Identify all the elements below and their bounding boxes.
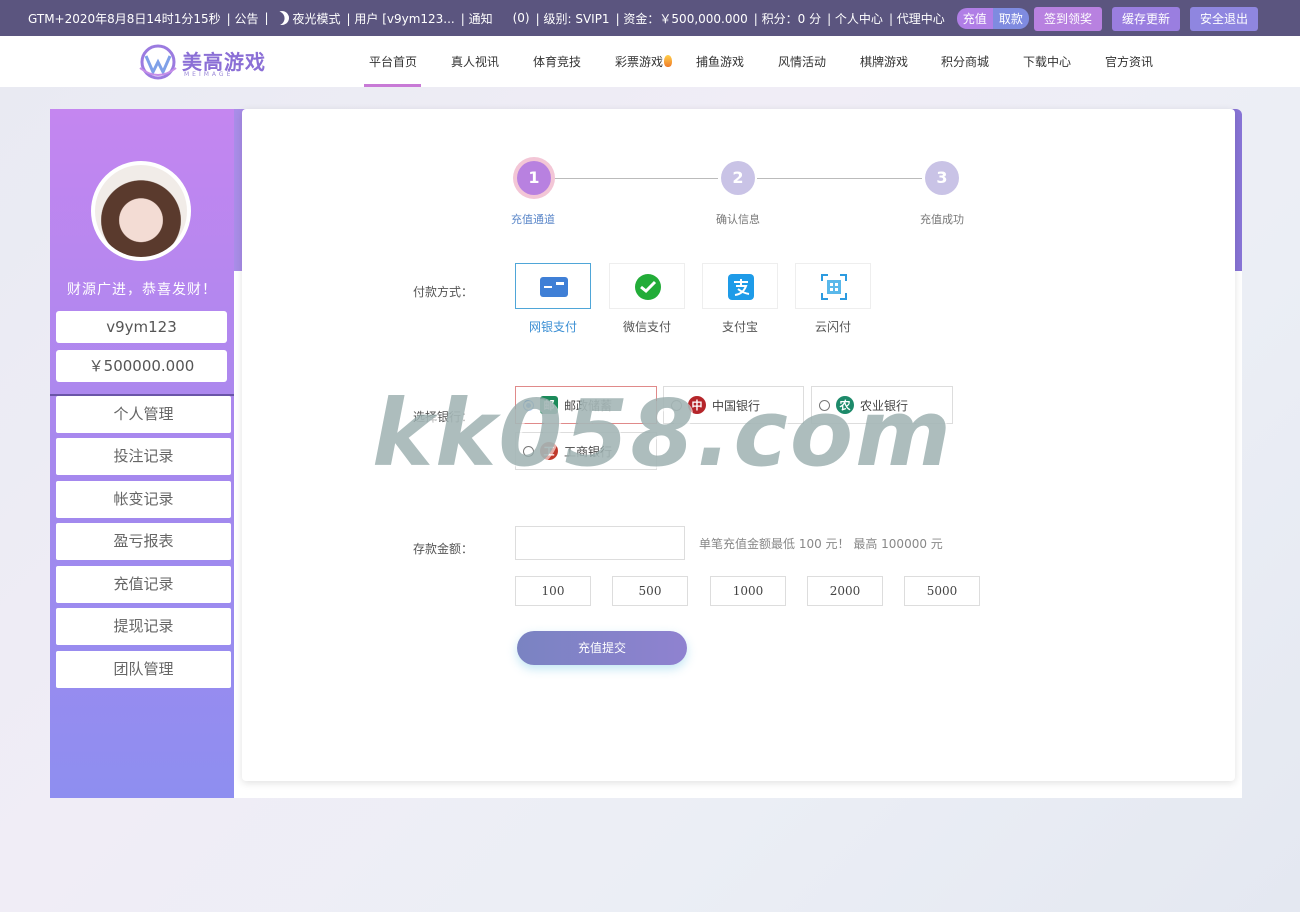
signin-button[interactable]: 签到领奖 (1034, 7, 1103, 31)
sidebar-username: v9ym123 (56, 311, 227, 343)
pay-option-alipay[interactable] (702, 263, 778, 309)
sidebar-item-profit-report[interactable]: 盈亏报表 (56, 523, 231, 560)
sidebar-item-bet-records[interactable]: 投注记录 (56, 438, 231, 475)
quick-amount-100[interactable]: 100 (515, 576, 591, 606)
top-bar: GTM+2020年8月8日14时1分15秒 | 公告 | 夜光模式 | 用户 [… (0, 0, 1300, 36)
amount-label: 存款金额： (413, 542, 474, 556)
nav-sports[interactable]: 体育竞技 (533, 53, 581, 70)
pay-option-bank-label[interactable]: 网银支付 (515, 318, 591, 335)
sidebar-item-team[interactable]: 团队管理 (56, 651, 231, 688)
separator: | (264, 11, 269, 25)
nav-card-games[interactable]: 棋牌游戏 (860, 53, 908, 70)
nav-points-mall[interactable]: 积分商城 (941, 53, 989, 70)
step-1-circle: 1 (517, 161, 551, 195)
sidebar-item-recharge-records[interactable]: 充值记录 (56, 566, 231, 603)
payment-method-label: 付款方式： (413, 285, 474, 299)
nav-live-video[interactable]: 真人视讯 (451, 53, 499, 70)
cache-update-button[interactable]: 缓存更新 (1112, 7, 1181, 31)
site-logo[interactable]: 美高游戏 MEIMAGE (136, 40, 276, 84)
pay-option-alipay-label[interactable]: 支付宝 (702, 318, 778, 335)
nav-news[interactable]: 官方资讯 (1105, 53, 1153, 70)
amount-input[interactable] (515, 526, 685, 560)
hot-flame-icon (664, 55, 673, 67)
nav-lottery-label: 彩票游戏 (615, 55, 664, 69)
points: | 积分：0 分 (753, 11, 822, 26)
notify-count[interactable]: (0) (513, 11, 530, 25)
agent-center-link[interactable]: | 代理中心 (889, 10, 945, 27)
nav-promotions[interactable]: 风情活动 (778, 53, 826, 70)
logo-subtext: MEIMAGE (184, 71, 234, 78)
nav-home[interactable]: 平台首页 (369, 53, 417, 70)
withdraw-pill[interactable]: 取款 (992, 7, 1029, 29)
sidebar-slogan: 财源广进，恭喜发财！ (67, 282, 217, 298)
personal-center-link[interactable]: | 个人中心 (827, 10, 883, 27)
step-2-label: 确认信息 (716, 213, 760, 226)
moon-icon[interactable] (272, 8, 291, 27)
pay-option-wechat-label[interactable]: 微信支付 (609, 318, 685, 335)
bank-card-icon (540, 277, 568, 297)
pay-option-unionpay[interactable] (795, 263, 871, 309)
amount-hint: 单笔充值金额最低 100 元！ 最高 100000 元 (699, 537, 943, 551)
logo-mark-icon (139, 44, 177, 80)
sidebar-item-withdraw-records[interactable]: 提现记录 (56, 608, 231, 645)
logout-button[interactable]: 安全退出 (1190, 7, 1259, 31)
quick-amount-1000[interactable]: 1000 (710, 576, 786, 606)
wechat-icon (635, 274, 661, 300)
pay-option-wechat[interactable] (609, 263, 685, 309)
avatar[interactable] (91, 161, 191, 261)
quick-amount-5000[interactable]: 5000 (904, 576, 980, 606)
step-2-circle: 2 (721, 161, 755, 195)
user-sidebar: 财源广进，恭喜发财！ v9ym123 ￥500000.000 个人管理 投注记录… (50, 109, 234, 798)
step-1-label: 充值通道 (511, 213, 555, 226)
sidebar-item-personal[interactable]: 个人管理 (56, 396, 231, 433)
notice-link[interactable]: | 公告 (227, 10, 259, 27)
funds: | 资金：￥500,000.000 (615, 11, 748, 26)
night-mode-toggle[interactable]: 夜光模式 (293, 10, 341, 27)
recharge-withdraw-pills: 充值 取款 (956, 7, 1029, 29)
nav-fishing[interactable]: 捕鱼游戏 (696, 53, 744, 70)
vip-level: | 级别: SVIP1 (535, 11, 610, 26)
sidebar-balance: ￥500000.000 (56, 350, 227, 382)
sidebar-item-account-changes[interactable]: 帐变记录 (56, 481, 231, 518)
submit-recharge-button[interactable]: 充值提交 (517, 631, 687, 665)
server-time: GTM+2020年8月8日14时1分15秒 (28, 11, 221, 26)
pay-option-unionpay-label[interactable]: 云闪付 (795, 318, 871, 335)
user-info: | 用户 [v9ym123... (346, 11, 455, 26)
nav-active-indicator (364, 84, 421, 87)
main-nav: 美高游戏 MEIMAGE 平台首页 真人视讯 体育竞技 彩票游戏 捕鱼游戏 风情… (0, 36, 1300, 87)
pay-option-bank[interactable] (515, 263, 591, 309)
step-connector (553, 178, 718, 179)
unionpay-qr-icon (821, 274, 847, 300)
quick-amount-500[interactable]: 500 (612, 576, 688, 606)
step-connector (757, 178, 922, 179)
nav-lottery[interactable]: 彩票游戏 (615, 53, 673, 70)
quick-amount-2000[interactable]: 2000 (807, 576, 883, 606)
recharge-pill[interactable]: 充值 (956, 7, 993, 29)
step-3-circle: 3 (925, 161, 959, 195)
alipay-icon (728, 274, 754, 300)
nav-download[interactable]: 下载中心 (1023, 53, 1071, 70)
step-3-label: 充值成功 (920, 213, 964, 226)
notify-link[interactable]: | 通知 (461, 10, 493, 27)
watermark-text: kk058.com (372, 380, 953, 487)
